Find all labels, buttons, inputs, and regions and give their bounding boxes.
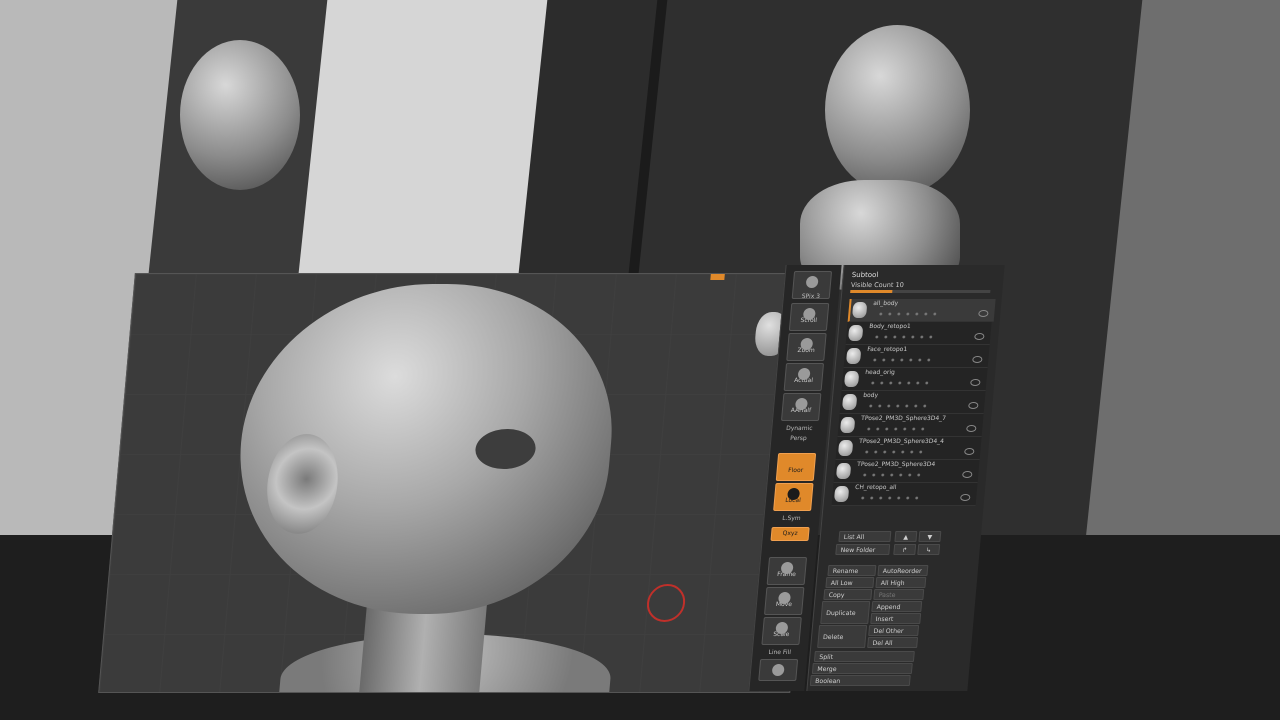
dynamic-label[interactable]: Dynamic xyxy=(778,425,821,432)
del-other-button[interactable]: Del Other xyxy=(868,625,920,636)
subtool-toggles[interactable] xyxy=(861,449,923,455)
blockout-head-model xyxy=(180,40,300,190)
subtool-item[interactable]: TPose2_PM3D_Sphere3D4_4 xyxy=(835,437,982,460)
line-fill-label[interactable]: Line Fill xyxy=(758,649,801,656)
subtool-thumbnail xyxy=(839,417,856,433)
subtool-item[interactable]: TPose2_PM3D_Sphere3D4 xyxy=(833,460,980,483)
spix-label[interactable]: SPix 3 xyxy=(790,293,833,300)
eye-icon[interactable] xyxy=(970,379,981,386)
subtool-thumbnail xyxy=(847,325,864,341)
qxyz-button[interactable]: Qxyz xyxy=(770,527,810,541)
all-low-button[interactable]: All Low xyxy=(825,577,875,588)
local-button[interactable]: Local xyxy=(773,483,814,511)
eye-icon[interactable] xyxy=(966,425,977,432)
subtool-thumbnail xyxy=(835,463,852,479)
subtool-thumbnail xyxy=(837,440,854,456)
subtool-name: all_body xyxy=(872,300,899,307)
zoom-button[interactable]: Zoom xyxy=(786,333,827,361)
scroll-button[interactable]: Scroll xyxy=(788,303,830,331)
list-all-button[interactable]: List All xyxy=(838,531,892,542)
aahalf-button[interactable]: AAHalf xyxy=(780,393,822,421)
actual-button[interactable]: Actual xyxy=(783,363,825,391)
append-button[interactable]: Append xyxy=(871,601,923,612)
subtool-name: TPose2_PM3D_Sphere3D4_7 xyxy=(860,415,947,422)
subtool-name: head_orig xyxy=(864,369,896,376)
subtool-thumbnail xyxy=(843,371,860,387)
subtool-item[interactable]: all_body xyxy=(847,299,996,322)
subtool-toggles[interactable] xyxy=(866,403,927,409)
move-up-button[interactable]: ▲ xyxy=(894,531,918,542)
subtool-item[interactable]: TPose2_PM3D_Sphere3D4_7 xyxy=(837,414,984,437)
boolean-button[interactable]: Boolean xyxy=(809,675,911,686)
frame-button[interactable]: Frame xyxy=(766,557,808,585)
subtool-name: Body_retopo1 xyxy=(868,323,912,330)
floor-button[interactable]: Floor xyxy=(775,453,817,481)
new-folder-button[interactable]: New Folder xyxy=(835,544,891,555)
subtool-thumbnail xyxy=(833,486,850,502)
subtool-item[interactable]: head_orig xyxy=(841,368,988,391)
subtool-toggles[interactable] xyxy=(872,334,933,340)
subtool-name: TPose2_PM3D_Sphere3D4 xyxy=(856,461,936,468)
eye-icon[interactable] xyxy=(959,494,971,501)
viewport-top-marker xyxy=(710,274,725,280)
subtool-thumbnail xyxy=(845,348,862,364)
eye-icon[interactable] xyxy=(968,402,979,409)
polyf-button[interactable] xyxy=(758,659,799,681)
all-high-button[interactable]: All High xyxy=(875,577,927,588)
subtool-name: Face_retopo1 xyxy=(866,346,908,353)
subtool-name: body xyxy=(862,392,879,399)
delete-button[interactable]: Delete xyxy=(817,625,868,648)
subtool-toggles[interactable] xyxy=(857,495,919,501)
subtool-toggles[interactable] xyxy=(864,426,925,432)
qxyz-label: Qxyz xyxy=(782,530,798,537)
merge-button[interactable]: Merge xyxy=(811,663,913,674)
eye-icon[interactable] xyxy=(974,333,985,340)
sculpt-viewport[interactable] xyxy=(98,273,827,693)
move-out-button[interactable]: ↱ xyxy=(893,544,917,555)
insert-button[interactable]: Insert xyxy=(870,613,922,624)
floor-label: Floor xyxy=(787,467,804,474)
sphere-icon xyxy=(805,276,819,288)
visible-count-slider[interactable] xyxy=(850,290,991,293)
subtool-toggles[interactable] xyxy=(870,357,931,363)
subtool-item[interactable]: CH_retopo_all xyxy=(831,483,978,506)
visible-count-row[interactable]: Visible Count 10 xyxy=(851,281,905,289)
eye-icon[interactable] xyxy=(978,310,989,317)
move-in-button[interactable]: ↳ xyxy=(917,544,941,555)
main-app-window: SPix 3 Scroll Zoom Actual AAHalf Dynamic… xyxy=(58,265,1005,695)
eye-icon[interactable] xyxy=(961,471,973,478)
subtool-item[interactable]: Face_retopo1 xyxy=(843,345,990,368)
subtool-name: TPose2_PM3D_Sphere3D4_4 xyxy=(858,438,945,445)
subtool-item[interactable]: Body_retopo1 xyxy=(845,322,992,345)
move-down-button[interactable]: ▼ xyxy=(918,531,942,542)
duplicate-button[interactable]: Duplicate xyxy=(820,601,871,624)
visible-count-value: 10 xyxy=(895,281,905,289)
eye-icon[interactable] xyxy=(963,448,975,455)
copy-button[interactable]: Copy xyxy=(823,589,873,600)
split-button[interactable]: Split xyxy=(813,651,915,662)
auto-reorder-button[interactable]: AutoReorder xyxy=(877,565,929,576)
move-button[interactable]: Move xyxy=(763,587,805,615)
subtool-toggles[interactable] xyxy=(868,380,929,386)
subtool-thumbnail xyxy=(841,394,858,410)
sculpted-head-model xyxy=(825,25,970,195)
eye-icon[interactable] xyxy=(972,356,983,363)
visible-count-label: Visible Count xyxy=(850,281,894,289)
subtool-toggles[interactable] xyxy=(876,311,937,317)
subtool-name: CH_retopo_all xyxy=(854,484,897,491)
subtool-item[interactable]: body xyxy=(839,391,986,414)
lsym-label[interactable]: L.Sym xyxy=(770,515,813,522)
subtool-thumbnail xyxy=(851,302,868,318)
paste-button[interactable]: Paste xyxy=(873,589,925,600)
rename-button[interactable]: Rename xyxy=(827,565,877,576)
subtool-title[interactable]: Subtool xyxy=(851,271,878,279)
del-all-button[interactable]: Del All xyxy=(867,637,919,648)
subtool-toggles[interactable] xyxy=(859,472,921,478)
scale-button[interactable]: Scale xyxy=(761,617,802,645)
polyframe-icon xyxy=(771,664,785,676)
persp-label[interactable]: Persp xyxy=(777,435,820,442)
